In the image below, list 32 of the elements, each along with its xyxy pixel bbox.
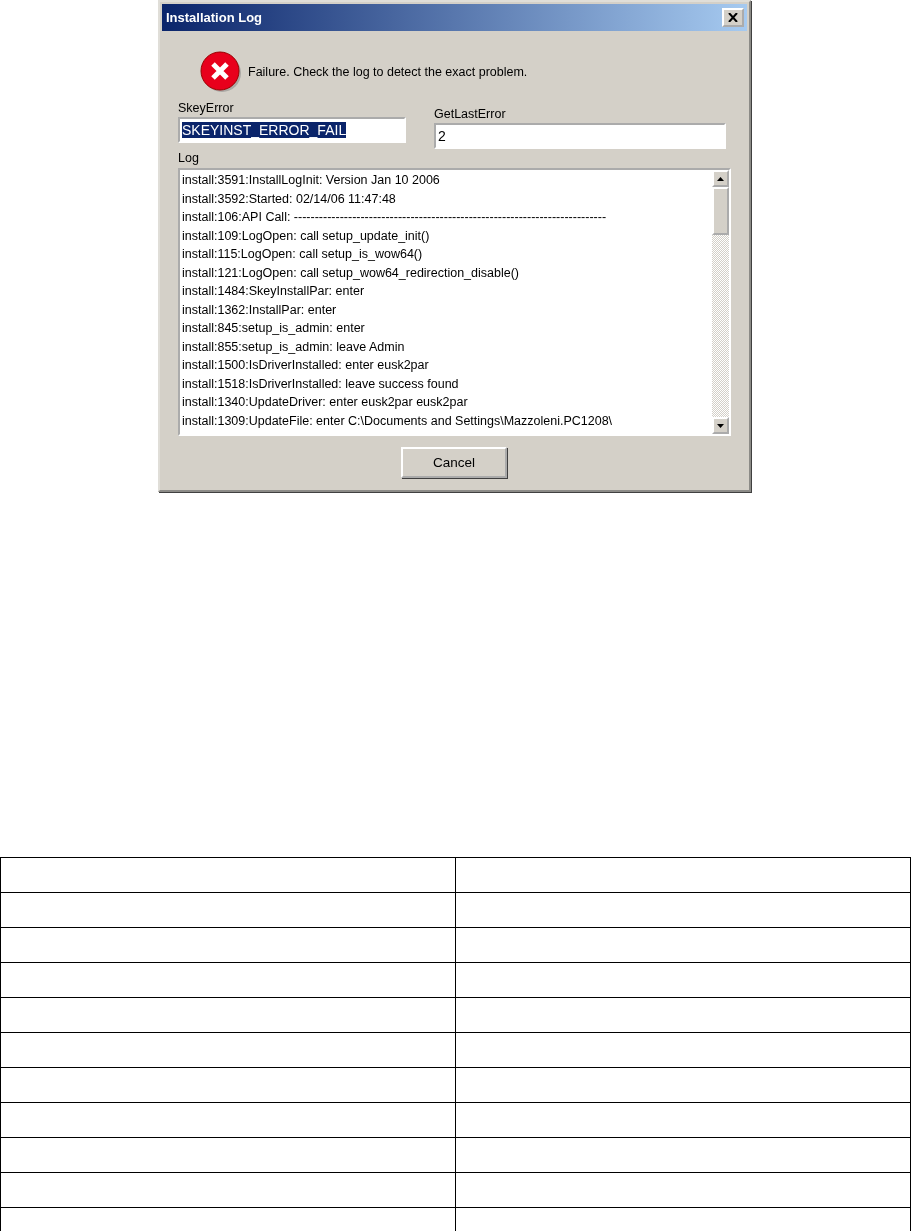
log-line: install:115:LogOpen: call setup_is_wow64() — [182, 246, 424, 263]
close-icon — [728, 13, 738, 22]
field-label: SkeyError — [178, 101, 235, 115]
log-line: install:845:setup_is_admin: enter — [182, 320, 366, 337]
field-label: GetLastError — [434, 107, 507, 121]
down-arrow-icon — [717, 423, 724, 428]
log-line: install:3592:Started: 02/14/06 11:47:48 — [182, 190, 397, 208]
log-line: install:106:API Call: --------------------------------------------------------------------------- — [182, 209, 608, 226]
log-line: install:109:LogOpen: call setup_update_init() — [182, 227, 431, 245]
log-line: install:1518:IsDriverInstalled: leave success found — [182, 375, 460, 393]
window-title: Installation Log — [166, 10, 263, 25]
input-field[interactable]: 2 — [434, 123, 726, 149]
log-label: Log — [178, 151, 200, 165]
scroll-up-button[interactable] — [712, 170, 729, 187]
log-line: install:1484:SkeyInstallPar: enter — [182, 283, 366, 300]
log-line: install:1309:UpdateFile: enter C:\Documents and Settings\Mazzoleni.PC1208\ — [182, 412, 614, 430]
scroll-thumb[interactable] — [712, 187, 729, 235]
cancel-button[interactable]: Cancel — [401, 447, 507, 478]
up-arrow-icon — [717, 176, 724, 181]
error-message: Failure. Check the log to detect the exact problem. — [248, 65, 528, 79]
log-line: install:855:setup_is_admin: leave Admin — [182, 338, 406, 356]
log-line: install:1340:UpdateDriver: enter eusk2par eusk2par — [182, 394, 469, 411]
log-line: install:121:LogOpen: call setup_wow64_redirection_disable() — [182, 264, 520, 282]
error-icon — [200, 51, 242, 93]
log-line: install:3591:InstallLogInit: Version Jan 10 2006 — [182, 172, 441, 189]
input-field[interactable]: SKEYINST_ERROR_FAIL — [178, 117, 406, 143]
scrollbar[interactable] — [712, 170, 729, 434]
log-line: install:1500:IsDriverInstalled: enter eusk2par — [182, 357, 430, 374]
log-list[interactable] — [178, 168, 731, 436]
log-line: install:1362:InstallPar: enter — [182, 301, 338, 319]
close-button[interactable] — [722, 8, 744, 27]
scroll-down-button[interactable] — [712, 417, 729, 434]
